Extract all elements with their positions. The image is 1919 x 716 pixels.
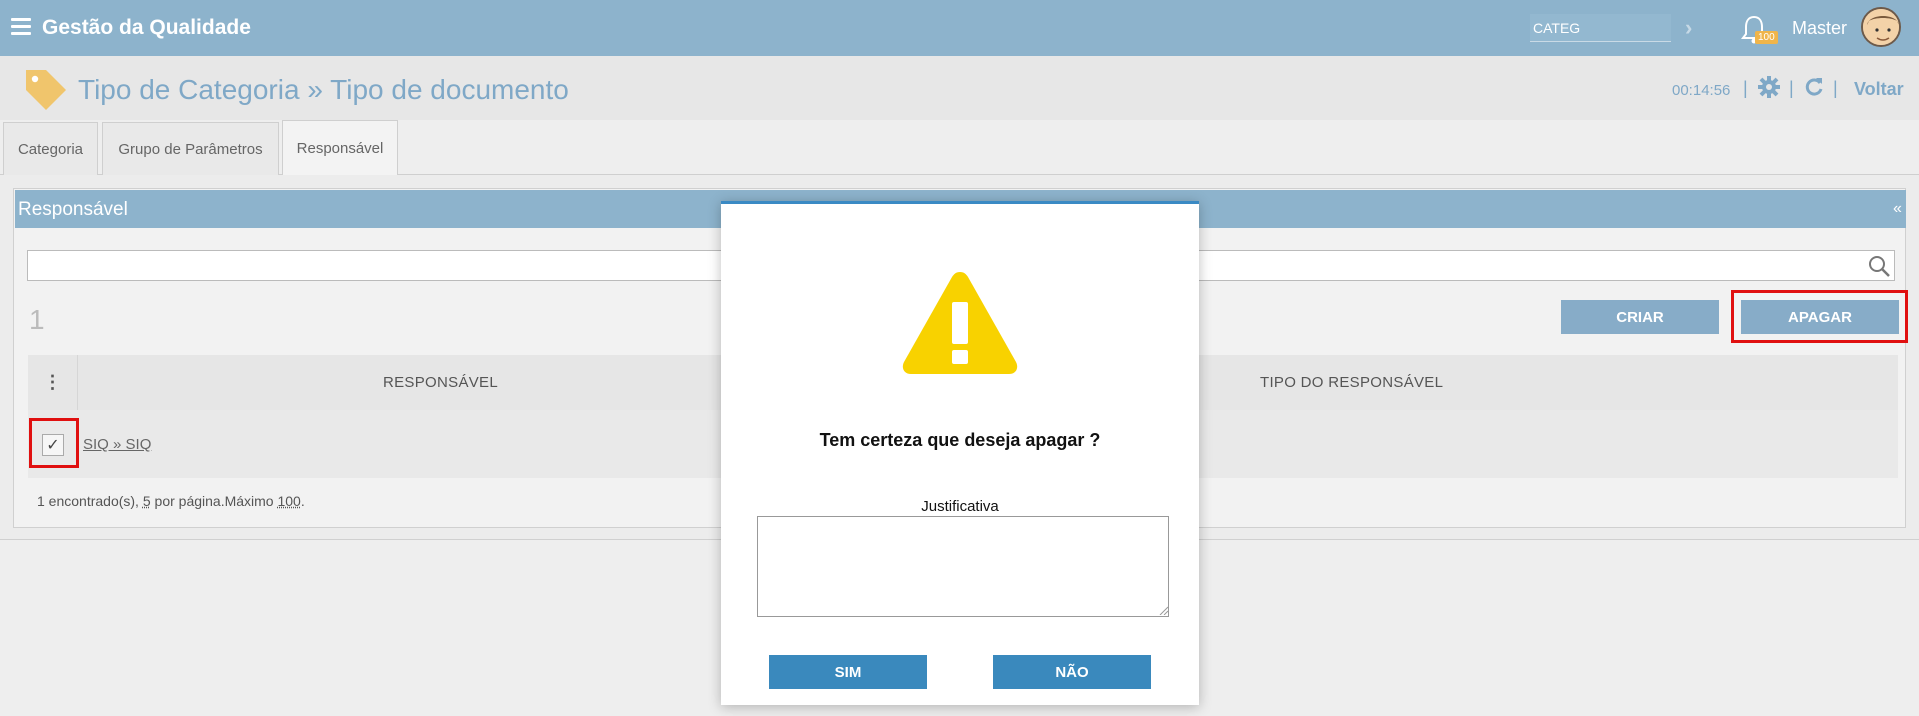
column-header-responsavel[interactable]: RESPONSÁVEL <box>383 374 498 391</box>
search-icon[interactable] <box>1867 254 1891 278</box>
pagination-summary: 1 encontrado(s), 5 por página.Máximo 100… <box>37 493 305 509</box>
back-link[interactable]: Voltar <box>1854 79 1904 100</box>
chevron-right-icon[interactable]: › <box>1685 15 1692 41</box>
notification-badge: 100 <box>1755 31 1778 44</box>
no-button[interactable]: NÃO <box>993 655 1151 689</box>
per-page-value[interactable]: 5 <box>143 493 151 509</box>
separator: | <box>1743 78 1748 98</box>
tab-responsavel[interactable]: Responsável <box>282 120 398 176</box>
collapse-icon[interactable]: « <box>1893 200 1902 218</box>
warning-icon <box>902 272 1018 374</box>
yes-button[interactable]: SIM <box>769 655 927 689</box>
resize-handle-icon[interactable] <box>1158 605 1168 615</box>
page-title: Tipo de Categoria » Tipo de documento <box>78 74 569 105</box>
column-menu-icon[interactable]: ⋮ <box>28 355 78 410</box>
hamburger-menu-icon[interactable] <box>11 18 31 36</box>
highlight-delete-button <box>1731 290 1908 343</box>
highlight-row-checkbox <box>29 418 79 468</box>
dialog-message: Tem certeza que deseja apagar ? <box>819 430 1101 450</box>
justification-textarea[interactable] <box>757 516 1169 617</box>
tag-icon <box>26 70 66 110</box>
app-title: Gestão da Qualidade <box>42 16 251 39</box>
tab-categoria[interactable]: Categoria <box>3 122 98 175</box>
separator: | <box>1789 78 1794 98</box>
session-timer: 00:14:56 <box>1672 82 1731 99</box>
separator: | <box>1833 78 1838 98</box>
row-link[interactable]: SIQ » SIQ <box>83 436 151 453</box>
panel-title: Responsável <box>18 199 128 220</box>
max-value[interactable]: 100 <box>277 493 300 509</box>
column-header-tipo-do-responsavel[interactable]: TIPO DO RESPONSÁVEL <box>1260 374 1443 391</box>
refresh-icon[interactable] <box>1804 77 1824 97</box>
create-button[interactable]: CRIAR <box>1561 300 1719 334</box>
justification-label: Justificativa <box>921 498 999 515</box>
user-name[interactable]: Master <box>1792 18 1847 39</box>
avatar[interactable] <box>1861 7 1901 47</box>
gear-icon[interactable] <box>1758 76 1780 98</box>
top-search-input[interactable] <box>1530 14 1671 42</box>
tab-grupo-de-parametros[interactable]: Grupo de Parâmetros <box>102 122 279 175</box>
result-count: 1 <box>29 304 45 335</box>
